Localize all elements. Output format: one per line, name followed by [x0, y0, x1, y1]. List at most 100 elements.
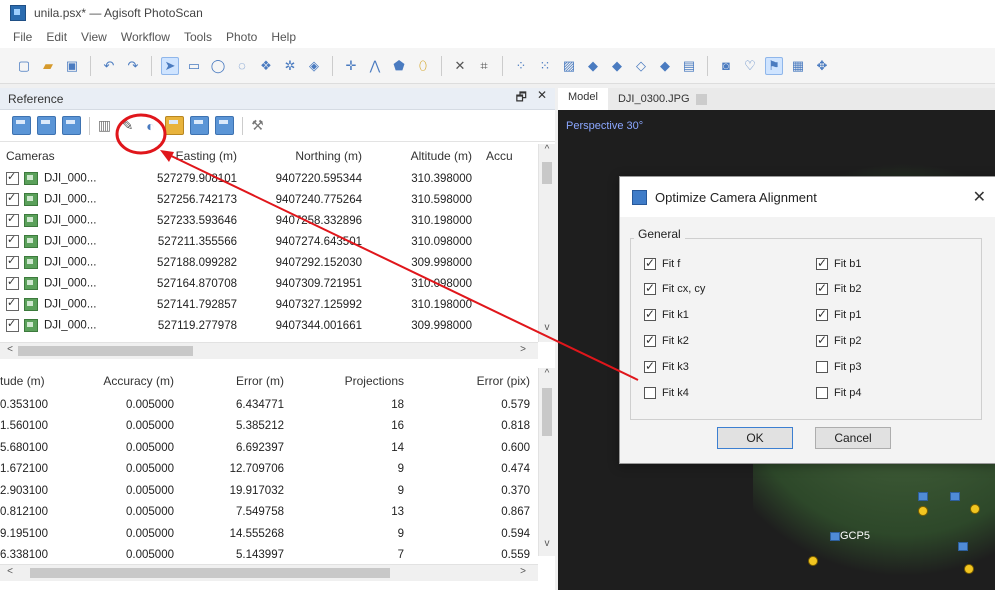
- altitude-cell[interactable]: 1.560100: [0, 416, 72, 438]
- checkbox-box[interactable]: [816, 307, 828, 321]
- menu-help[interactable]: Help: [264, 30, 303, 44]
- show-region-icon[interactable]: ▦: [789, 57, 807, 75]
- camera-enabled-checkbox[interactable]: [6, 254, 19, 269]
- accuracy-cell[interactable]: [480, 252, 538, 273]
- camera-cell[interactable]: DJI_000...: [0, 273, 130, 294]
- wireframe-model-icon[interactable]: ◆: [608, 57, 626, 75]
- altitude-cell[interactable]: 1.672100: [0, 459, 72, 481]
- camera-enabled-checkbox[interactable]: [6, 170, 19, 185]
- table-row[interactable]: DJI_000... 527164.870708 9407309.721951 …: [0, 273, 538, 294]
- draw-polygon-icon[interactable]: ⬟: [390, 57, 408, 75]
- table-row[interactable]: DJI_000... 527211.355566 9407274.643501 …: [0, 231, 538, 252]
- show-cameras-icon[interactable]: ◙: [717, 57, 735, 75]
- scroll-right-icon[interactable]: >: [515, 344, 531, 355]
- camera-cell[interactable]: DJI_000...: [0, 168, 130, 189]
- scroll-up-icon[interactable]: ^: [539, 368, 555, 379]
- table-row[interactable]: 0.353100 0.005000 6.434771 18 0.579: [0, 394, 538, 416]
- close-icon[interactable]: ✕: [973, 187, 986, 207]
- accuracy-cell[interactable]: 0.005000: [72, 394, 182, 416]
- tab-photo[interactable]: DJI_0300.JPG: [608, 88, 717, 110]
- draw-point-icon[interactable]: ✛: [342, 57, 360, 75]
- show-trackball-icon[interactable]: ✥: [813, 57, 831, 75]
- fit-k1-checkbox[interactable]: Fit k1: [644, 307, 689, 321]
- ruler-icon[interactable]: ⬯: [414, 57, 432, 75]
- easting-cell[interactable]: 527141.792857: [130, 294, 245, 315]
- gcp-marker-icon[interactable]: [918, 506, 928, 516]
- scrollbar-thumb[interactable]: [18, 346, 193, 356]
- table-row[interactable]: 6.338100 0.005000 5.143997 7 0.559: [0, 545, 538, 567]
- altitude-cell[interactable]: 310.598000: [370, 189, 480, 210]
- easting-cell[interactable]: 527256.742173: [130, 189, 245, 210]
- scroll-left-icon[interactable]: <: [2, 566, 18, 577]
- menu-edit[interactable]: Edit: [39, 30, 74, 44]
- fit-k3-checkbox[interactable]: Fit k3: [644, 359, 689, 373]
- scrollbar-thumb[interactable]: [542, 162, 552, 184]
- accuracy-cell[interactable]: [480, 294, 538, 315]
- show-shapes-icon[interactable]: ⚑: [765, 56, 783, 75]
- altitude-cell[interactable]: 2.903100: [0, 480, 72, 502]
- dem-icon[interactable]: ▤: [680, 57, 698, 75]
- checkbox-box[interactable]: [816, 387, 828, 399]
- camera-enabled-checkbox[interactable]: [6, 275, 19, 290]
- northing-cell[interactable]: 9407258.332896: [245, 210, 370, 231]
- altitude-cell[interactable]: 5.680100: [0, 437, 72, 459]
- view-estimated-icon[interactable]: [190, 116, 209, 135]
- checkbox-box[interactable]: [816, 333, 828, 347]
- tiled-model-icon[interactable]: ◆: [656, 57, 674, 75]
- undo-icon[interactable]: ↶: [100, 57, 118, 75]
- menu-workflow[interactable]: Workflow: [114, 30, 177, 44]
- rectangle-selection-icon[interactable]: ▭: [185, 57, 203, 75]
- solid-model-icon[interactable]: ◆: [584, 57, 602, 75]
- col-accuracy[interactable]: Accu: [480, 144, 538, 168]
- accuracy-cell[interactable]: [480, 231, 538, 252]
- easting-cell[interactable]: 527119.277978: [130, 315, 245, 336]
- accuracy-cell[interactable]: 0.005000: [72, 545, 182, 567]
- scroll-down-icon[interactable]: v: [539, 538, 555, 549]
- accuracy-cell[interactable]: [480, 210, 538, 231]
- easting-cell[interactable]: 527233.593646: [130, 210, 245, 231]
- fit-b2-checkbox[interactable]: Fit b2: [816, 281, 862, 295]
- close-tab-icon[interactable]: [695, 93, 707, 105]
- delete-selection-icon[interactable]: ✕: [451, 57, 469, 75]
- altitude-cell[interactable]: 0.812100: [0, 502, 72, 524]
- northing-cell[interactable]: 9407240.775264: [245, 189, 370, 210]
- cancel-button[interactable]: Cancel: [815, 427, 891, 449]
- gcp-marker-icon[interactable]: [970, 504, 980, 514]
- camera-enabled-checkbox[interactable]: [6, 191, 19, 206]
- fit-p2-checkbox[interactable]: Fit p2: [816, 333, 862, 347]
- convert-reference-icon[interactable]: ▥: [96, 117, 113, 134]
- view-source-icon[interactable]: [165, 116, 184, 135]
- altitude-cell[interactable]: 310.198000: [370, 210, 480, 231]
- update-transform-icon[interactable]: ◐: [142, 117, 159, 134]
- cameras-vertical-scrollbar[interactable]: ^ v: [538, 144, 555, 342]
- northing-cell[interactable]: 9407274.643501: [245, 231, 370, 252]
- scroll-down-icon[interactable]: v: [539, 322, 555, 333]
- rotate-region-icon[interactable]: ✲: [281, 57, 299, 75]
- tab-model[interactable]: Model: [558, 88, 608, 110]
- fit-k2-checkbox[interactable]: Fit k2: [644, 333, 689, 347]
- altitude-cell[interactable]: 9.195100: [0, 523, 72, 545]
- table-row[interactable]: DJI_000... 527279.908101 9407220.595344 …: [0, 168, 538, 189]
- col-accuracy[interactable]: Accuracy (m): [72, 368, 182, 394]
- scroll-left-icon[interactable]: <: [2, 344, 18, 355]
- checkbox-box[interactable]: [644, 387, 656, 399]
- camera-cell[interactable]: DJI_000...: [0, 315, 130, 336]
- altitude-cell[interactable]: 310.398000: [370, 168, 480, 189]
- menu-view[interactable]: View: [74, 30, 114, 44]
- scroll-up-icon[interactable]: ^: [539, 144, 555, 155]
- errors-horizontal-scrollbar[interactable]: < >: [0, 564, 538, 581]
- accuracy-cell[interactable]: 0.005000: [72, 502, 182, 524]
- col-error-m[interactable]: Error (m): [182, 368, 292, 394]
- navigation-cursor-icon[interactable]: ➤: [161, 56, 179, 75]
- table-row[interactable]: DJI_000... 527233.593646 9407258.332896 …: [0, 210, 538, 231]
- camera-enabled-checkbox[interactable]: [6, 233, 19, 248]
- point-cloud-icon[interactable]: ⁘: [512, 57, 530, 75]
- accuracy-cell[interactable]: [480, 315, 538, 336]
- fit-cx-cy-checkbox[interactable]: Fit cx, cy: [644, 281, 705, 295]
- altitude-cell[interactable]: 309.998000: [370, 252, 480, 273]
- save-icon[interactable]: ▣: [63, 57, 81, 75]
- fit-p3-checkbox[interactable]: Fit p3: [816, 361, 862, 373]
- checkbox-box[interactable]: [644, 256, 656, 270]
- checkbox-box[interactable]: [644, 281, 656, 295]
- accuracy-cell[interactable]: [480, 168, 538, 189]
